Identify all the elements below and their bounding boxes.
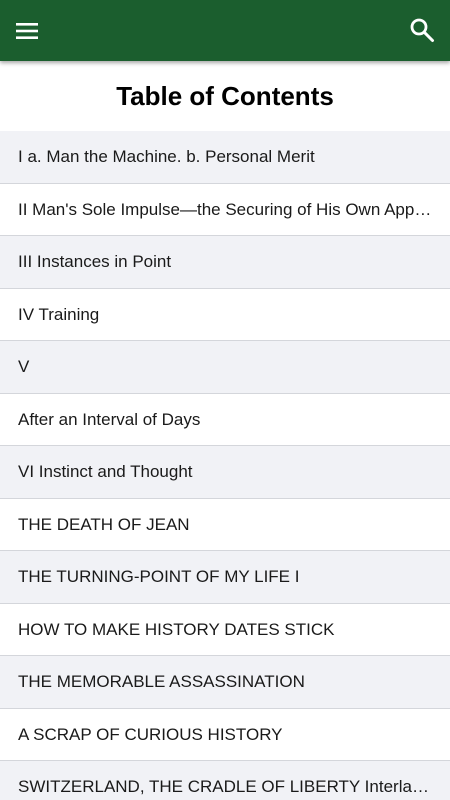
toc-item[interactable]: SWITZERLAND, THE CRADLE OF LIBERTY Inter… — [0, 761, 450, 800]
hamburger-menu-icon[interactable] — [13, 17, 41, 45]
toc-item[interactable]: VI Instinct and Thought — [0, 446, 450, 499]
toc-item[interactable]: II Man's Sole Impulse—the Securing of Hi… — [0, 183, 450, 236]
toc-item[interactable]: V — [0, 341, 450, 394]
toc-item[interactable]: THE DEATH OF JEAN — [0, 498, 450, 551]
toc-item[interactable]: I a. Man the Machine. b. Personal Merit — [0, 131, 450, 184]
toc-list: I a. Man the Machine. b. Personal Merit … — [0, 131, 450, 800]
app-screen: Table of Contents I a. Man the Machine. … — [0, 0, 450, 800]
toc-item[interactable]: IV Training — [0, 288, 450, 341]
search-icon[interactable] — [408, 16, 436, 44]
top-app-bar — [0, 0, 450, 61]
toc-item[interactable]: A SCRAP OF CURIOUS HISTORY — [0, 708, 450, 761]
toc-item[interactable]: HOW TO MAKE HISTORY DATES STICK — [0, 603, 450, 656]
toc-item[interactable]: THE MEMORABLE ASSASSINATION — [0, 656, 450, 709]
toc-item[interactable]: THE TURNING-POINT OF MY LIFE I — [0, 551, 450, 604]
page-title: Table of Contents — [116, 81, 334, 111]
toc-item[interactable]: III Instances in Point — [0, 236, 450, 289]
toc-item[interactable]: After an Interval of Days — [0, 393, 450, 446]
